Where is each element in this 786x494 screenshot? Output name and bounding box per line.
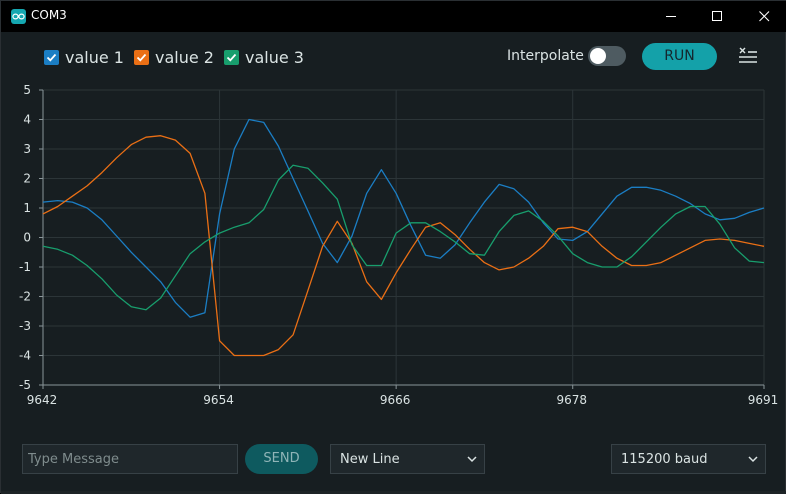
y-tick-label: -2 xyxy=(19,290,31,304)
check-icon xyxy=(136,53,147,62)
chevron-down-icon xyxy=(467,456,477,463)
interpolate-toggle[interactable] xyxy=(588,46,626,66)
y-tick-label: 4 xyxy=(23,113,31,127)
y-tick-label: 1 xyxy=(23,201,31,215)
arduino-app-icon xyxy=(11,9,26,24)
close-button[interactable] xyxy=(741,1,786,32)
plot-chart: 5 4 3 2 1 0 -1 -2 -3 -4 -59642 9654 9666 9678 9691 xyxy=(19,83,779,407)
y-tick-label: -5 xyxy=(19,378,31,392)
y-tick-label: -4 xyxy=(19,349,31,363)
y-tick-label: 5 xyxy=(23,83,31,97)
legend-label: value 3 xyxy=(245,47,304,67)
legend-label: value 1 xyxy=(65,47,124,67)
x-tick-label: 9654 xyxy=(203,393,234,407)
y-tick-label: -3 xyxy=(19,319,31,333)
maximize-button[interactable] xyxy=(694,1,740,32)
check-icon xyxy=(46,53,57,62)
y-tick-label: 2 xyxy=(23,172,31,186)
series-line-value-2 xyxy=(42,135,765,357)
x-tick-label: 9642 xyxy=(27,393,58,407)
x-tick-label: 9666 xyxy=(380,393,411,407)
legend-label: value 2 xyxy=(155,47,214,67)
toggle-knob xyxy=(590,48,606,64)
baud-rate-value: 115200 baud xyxy=(621,452,708,467)
y-tick-label: -1 xyxy=(19,260,31,274)
legend-item-value-3[interactable]: value 3 xyxy=(224,46,304,68)
clear-list-icon[interactable] xyxy=(738,47,758,69)
title-bar: COM3 xyxy=(1,1,786,32)
send-button[interactable]: SEND xyxy=(245,444,318,474)
run-button[interactable]: RUN xyxy=(642,43,717,70)
value-2-checkbox[interactable] xyxy=(134,49,149,65)
window-title: COM3 xyxy=(31,8,67,22)
chevron-down-icon xyxy=(748,456,758,463)
y-tick-label: 0 xyxy=(23,231,31,245)
serial-plotter-window: COM3 value 1 value 2 value 3 Interpolate… xyxy=(0,0,786,494)
value-3-checkbox[interactable] xyxy=(224,49,239,65)
baud-rate-select[interactable]: 115200 baud xyxy=(611,444,766,474)
x-tick-label: 9678 xyxy=(556,393,587,407)
y-tick-label: 3 xyxy=(23,142,31,156)
interpolate-label: Interpolate xyxy=(507,48,584,64)
legend-item-value-1[interactable]: value 1 xyxy=(44,46,124,68)
minimize-button[interactable] xyxy=(648,1,694,32)
value-1-checkbox[interactable] xyxy=(44,49,59,65)
check-icon xyxy=(226,53,237,62)
line-ending-value: New Line xyxy=(340,452,400,467)
line-ending-select[interactable]: New Line xyxy=(330,444,485,474)
message-input[interactable] xyxy=(22,444,238,474)
x-tick-label: 9691 xyxy=(748,393,779,407)
legend-item-value-2[interactable]: value 2 xyxy=(134,46,214,68)
